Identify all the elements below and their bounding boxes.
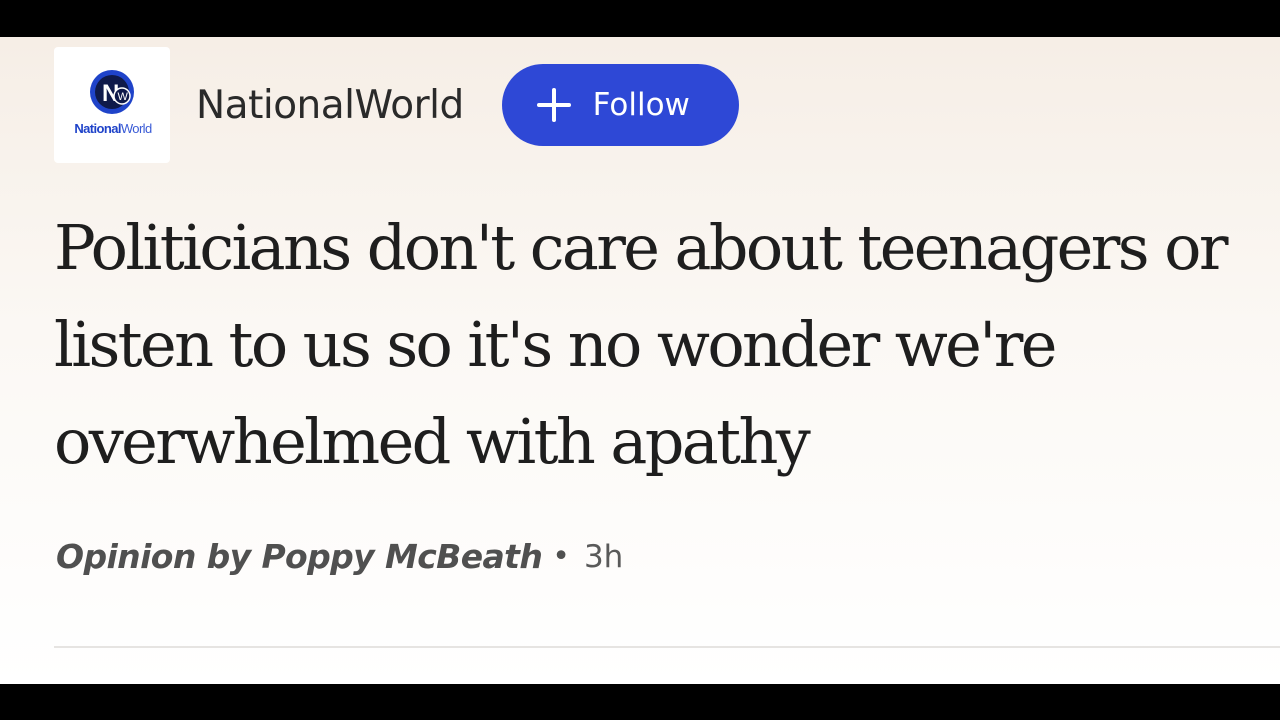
byline-author[interactable]: Opinion by Poppy McBeath <box>56 537 543 576</box>
svg-text:W: W <box>118 91 129 103</box>
byline-separator: • <box>552 539 570 574</box>
publisher-logo[interactable]: N W NationalWorld <box>54 47 170 163</box>
article-byline: Opinion by Poppy McBeath • 3h <box>56 537 623 576</box>
article-headline[interactable]: Politicians don't care about teenagers o… <box>54 199 1254 490</box>
follow-label: Follow <box>592 87 690 123</box>
logo-wordmark-bold: National <box>74 121 121 136</box>
publisher-name[interactable]: NationalWorld <box>196 83 464 128</box>
follow-button[interactable]: Follow <box>501 64 739 146</box>
article-age: 3h <box>583 538 624 575</box>
divider <box>54 646 1280 648</box>
logo-wordmark-light: World <box>120 121 152 136</box>
publisher-header: N W NationalWorld NationalWorld Follow <box>54 47 739 163</box>
screen: N W NationalWorld NationalWorld Follow P… <box>0 0 1280 720</box>
plus-icon <box>536 88 571 122</box>
nationalworld-logo-icon: N W <box>90 70 134 114</box>
article-card[interactable]: N W NationalWorld NationalWorld Follow P… <box>0 37 1280 684</box>
logo-wordmark: NationalWorld <box>58 121 168 136</box>
